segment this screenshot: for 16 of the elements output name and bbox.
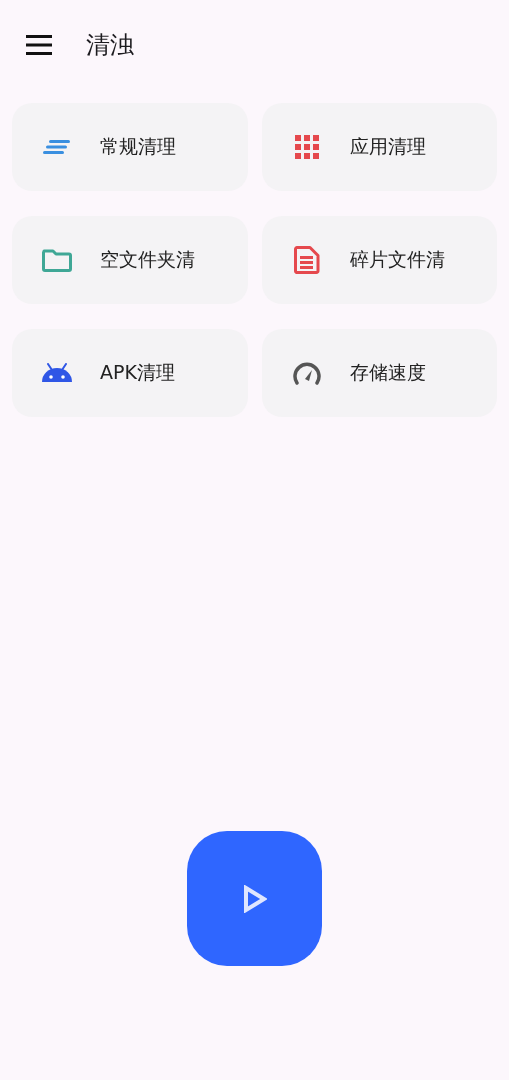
lines-icon: [43, 137, 71, 157]
document-icon: [293, 246, 320, 274]
folder-icon: [42, 248, 72, 272]
tool-card[interactable]: 碎片文件清: [261, 216, 497, 304]
android-icon: [41, 363, 73, 383]
gauge-icon: [291, 361, 322, 385]
grid-icon: [294, 135, 319, 159]
play-icon: [242, 884, 267, 913]
app-title: 清浊: [86, 30, 134, 61]
menu-icon[interactable]: [26, 35, 52, 55]
tool-card[interactable]: APK清理: [12, 329, 248, 417]
tool-card[interactable]: 应用清理: [261, 103, 497, 191]
tool-card[interactable]: 存储速度: [261, 329, 497, 417]
tool-card[interactable]: 常规清理: [12, 103, 248, 191]
start-button[interactable]: [187, 831, 322, 966]
tool-card[interactable]: 空文件夹清: [12, 216, 248, 304]
